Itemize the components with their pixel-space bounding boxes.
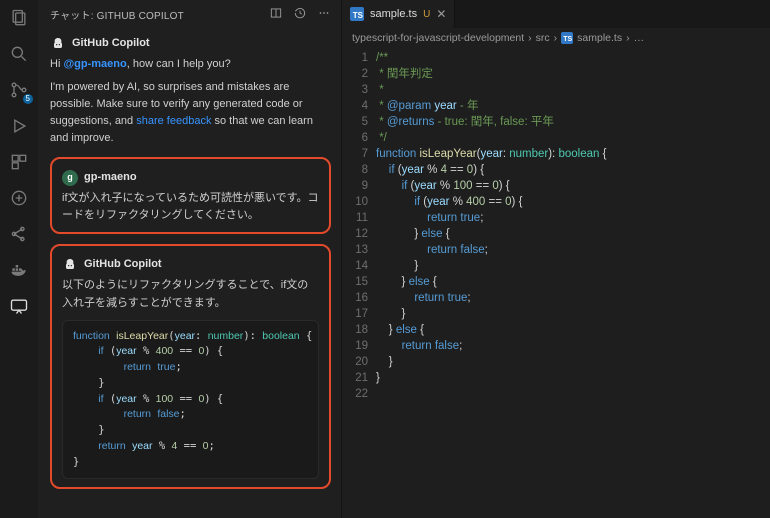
git-status: U [423,9,430,20]
chat-author: gp-maeno [84,169,137,186]
ts-file-icon: TS [350,7,364,21]
breadcrumbs[interactable]: typescript-for-javascript-development› s… [342,28,770,48]
code-editor[interactable]: 12345678910111213141516171819202122 /** … [342,48,770,518]
close-icon[interactable]: ✕ [436,7,446,21]
chat-message-copilot-intro: GitHub Copilot Hi @gp-maeno, how can I h… [50,35,331,147]
editor-tabs: TS sample.ts U ✕ [342,0,770,28]
share-icon[interactable] [7,222,31,246]
crumb[interactable]: sample.ts [577,32,622,44]
search-icon[interactable] [7,42,31,66]
chat-icon[interactable] [7,294,31,318]
editor-tab-sample[interactable]: TS sample.ts U ✕ [342,0,455,28]
tab-filename: sample.ts [370,8,417,20]
chat-code-block[interactable]: function isLeapYear(year: number): boole… [62,320,319,480]
user-avatar: g [62,170,78,186]
line-number-gutter: 12345678910111213141516171819202122 [342,50,376,518]
extensions-icon[interactable] [7,150,31,174]
chat-author: GitHub Copilot [72,35,150,52]
chat-message-body: if文が入れ子になっているため可読性が悪いです。コードをリファクタリングしてくだ… [62,190,319,224]
history-icon[interactable] [293,6,307,23]
crumb-more[interactable]: … [634,32,645,44]
chat-message-copilot-highlighted: GitHub Copilot 以下のようにリファクタリングすることで、if文の入… [50,244,331,489]
crumb[interactable]: typescript-for-javascript-development [352,32,524,44]
explorer-icon[interactable] [7,6,31,30]
chat-message-user-highlighted: g gp-maeno if文が入れ子になっているため可読性が悪いです。コードをリ… [50,157,331,234]
chat-body[interactable]: GitHub Copilot Hi @gp-maeno, how can I h… [38,27,341,518]
chat-header: チャット: GITHUB COPILOT [38,0,341,27]
split-icon[interactable] [269,6,283,23]
editor-group: TS sample.ts U ✕ typescript-for-javascri… [342,0,770,518]
mention: @gp-maeno [63,58,126,70]
activity-bar: 5 [0,0,38,518]
share-feedback-link[interactable]: share feedback [136,115,211,127]
chat-title: チャット: GITHUB COPILOT [50,7,184,22]
chat-message-body: 以下のようにリファクタリングすることで、if文の入れ子を減らすことができます。 [62,277,319,311]
more-icon[interactable] [317,6,331,23]
scm-icon[interactable]: 5 [7,78,31,102]
crumb[interactable]: src [536,32,550,44]
chat-panel: チャット: GITHUB COPILOT GitHub Copilot Hi @… [38,0,342,518]
remote-icon[interactable] [7,186,31,210]
scm-badge: 5 [23,94,33,104]
copilot-avatar-icon [62,257,78,273]
docker-icon[interactable] [7,258,31,282]
copilot-avatar-icon [50,36,66,52]
ts-file-icon: TS [561,32,573,44]
code-content[interactable]: /** * 閏年判定 * * @param year - 年 * @return… [376,50,770,518]
run-debug-icon[interactable] [7,114,31,138]
chat-author: GitHub Copilot [84,256,162,273]
